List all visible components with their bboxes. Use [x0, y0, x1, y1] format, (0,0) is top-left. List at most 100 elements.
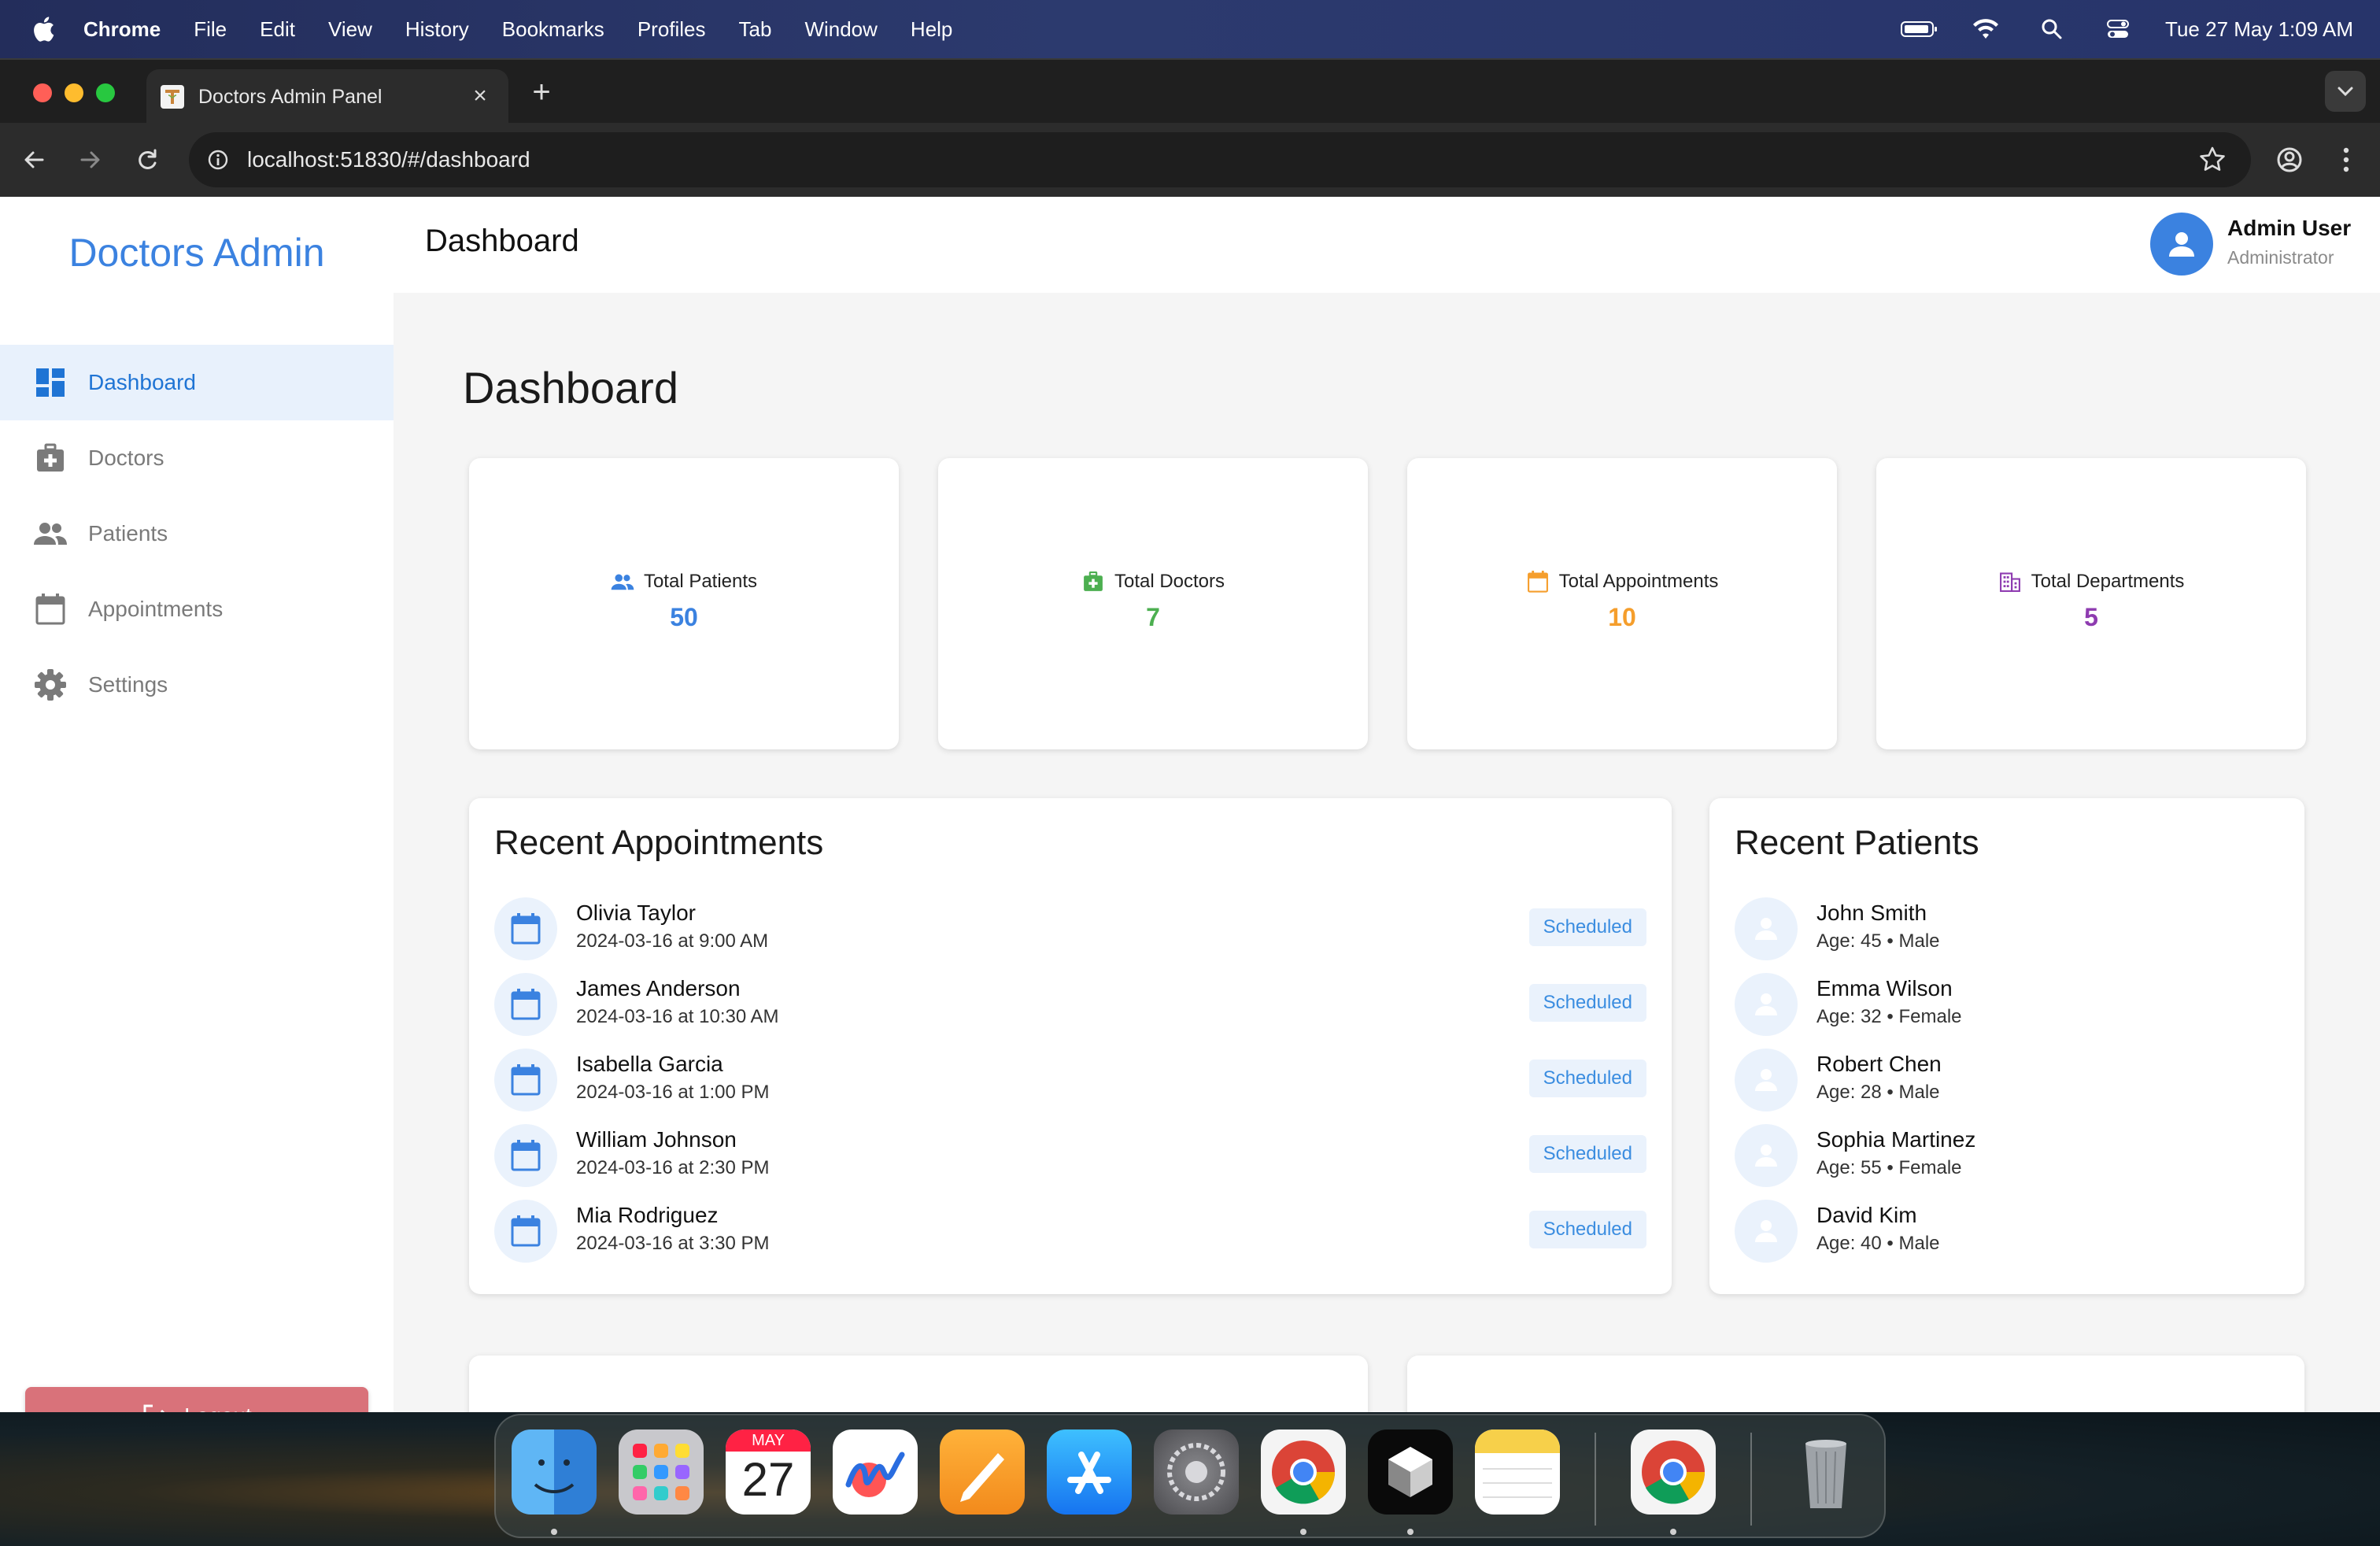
- sidebar-item-settings[interactable]: Settings: [0, 647, 394, 723]
- calendar-icon: [494, 1200, 557, 1263]
- main-content: Dashboard Total Patients 50 Total Doctor…: [394, 293, 2380, 1412]
- menu-tab[interactable]: Tab: [739, 17, 772, 42]
- person-icon: [1735, 1049, 1798, 1111]
- cube-app-icon[interactable]: [1368, 1429, 1453, 1515]
- system-settings-icon[interactable]: [1154, 1429, 1239, 1515]
- sidebar-item-label: Doctors: [88, 446, 164, 470]
- apple-icon[interactable]: [31, 16, 55, 43]
- menu-history[interactable]: History: [405, 17, 469, 42]
- profile-icon[interactable]: [2270, 140, 2309, 179]
- macos-dock: MAY 27: [494, 1414, 1886, 1538]
- notes-icon[interactable]: [1475, 1429, 1560, 1515]
- menu-help[interactable]: Help: [911, 17, 952, 42]
- appointment-row[interactable]: Olivia Taylor 2024-03-16 at 9:00 AM Sche…: [494, 890, 1646, 965]
- logout-button[interactable]: Logout: [25, 1387, 368, 1412]
- window-minimize-button[interactable]: [65, 83, 83, 102]
- new-tab-button[interactable]: +: [526, 76, 557, 109]
- tab-search-button[interactable]: [2325, 71, 2366, 112]
- chrome-icon[interactable]: [1261, 1429, 1346, 1515]
- medical-bag-icon: [1081, 570, 1105, 594]
- stat-label: Total Doctors: [1114, 571, 1225, 592]
- menu-profiles[interactable]: Profiles: [638, 17, 706, 42]
- sidebar-item-patients[interactable]: Patients: [0, 496, 394, 571]
- app-header: Dashboard Admin User Administrator: [394, 197, 2380, 293]
- appointment-datetime: 2024-03-16 at 10:30 AM: [576, 1006, 779, 1027]
- pages-icon[interactable]: [940, 1429, 1025, 1515]
- patient-details: Age: 28 • Male: [1816, 1082, 1940, 1103]
- sidebar-item-dashboard[interactable]: Dashboard: [0, 345, 394, 420]
- reload-button[interactable]: [129, 142, 165, 178]
- reload-icon: [139, 149, 157, 169]
- logout-icon: [143, 1404, 165, 1412]
- dock-separator: [1595, 1433, 1596, 1526]
- stat-card-appointments: Total Appointments 10: [1407, 458, 1837, 749]
- patient-row[interactable]: Emma Wilson Age: 32 • Female: [1735, 965, 2279, 1041]
- menu-bar-clock[interactable]: Tue 27 May 1:09 AM: [2165, 17, 2353, 42]
- menu-file[interactable]: File: [194, 17, 227, 42]
- user-name: Admin User: [2227, 216, 2352, 240]
- window-close-button[interactable]: [33, 83, 52, 102]
- trash-icon[interactable]: [1783, 1429, 1868, 1515]
- battery-icon[interactable]: [1901, 17, 1938, 41]
- appointment-datetime: 2024-03-16 at 3:30 PM: [576, 1233, 770, 1254]
- appointment-row[interactable]: Isabella Garcia 2024-03-16 at 1:00 PM Sc…: [494, 1041, 1646, 1116]
- sidebar-item-label: Appointments: [88, 597, 224, 621]
- people-icon: [611, 570, 634, 594]
- patient-name: Emma Wilson: [1816, 976, 1953, 1000]
- calendar-icon[interactable]: MAY 27: [726, 1429, 811, 1515]
- menu-edit[interactable]: Edit: [260, 17, 295, 42]
- menu-app-name[interactable]: Chrome: [83, 17, 161, 42]
- spotlight-search-icon[interactable]: [2033, 17, 2071, 41]
- patient-name: Robert Chen: [1816, 1052, 1942, 1076]
- avatar[interactable]: [2150, 213, 2213, 276]
- appointment-patient-name: Olivia Taylor: [576, 901, 696, 925]
- control-center-icon[interactable]: [2099, 17, 2137, 41]
- menu-view[interactable]: View: [328, 17, 372, 42]
- menu-window[interactable]: Window: [804, 17, 877, 42]
- appointment-datetime: 2024-03-16 at 2:30 PM: [576, 1157, 770, 1178]
- calendar-icon: [1526, 570, 1550, 594]
- wifi-icon[interactable]: [1967, 17, 2005, 41]
- chrome-icon[interactable]: [1631, 1429, 1716, 1515]
- sidebar-item-doctors[interactable]: Doctors: [0, 420, 394, 496]
- user-icon: [2169, 232, 2194, 257]
- address-bar[interactable]: localhost:51830/#/dashboard: [189, 132, 2251, 187]
- person-icon: [1735, 1200, 1798, 1263]
- window-zoom-button[interactable]: [96, 83, 115, 102]
- freeform-icon[interactable]: [833, 1429, 918, 1515]
- forward-button[interactable]: [72, 142, 109, 178]
- finder-icon[interactable]: [512, 1429, 597, 1515]
- running-indicator: [1670, 1529, 1676, 1535]
- site-info-icon[interactable]: [205, 146, 231, 173]
- patient-row[interactable]: Sophia Martinez Age: 55 • Female: [1735, 1116, 2279, 1192]
- chrome-menu-icon[interactable]: [2326, 140, 2366, 179]
- patient-name: David Kim: [1816, 1203, 1917, 1227]
- patient-row[interactable]: David Kim Age: 40 • Male: [1735, 1192, 2279, 1267]
- bookmark-star-icon[interactable]: [2197, 145, 2227, 175]
- menu-bookmarks[interactable]: Bookmarks: [502, 17, 604, 42]
- browser-tab-active[interactable]: Doctors Admin Panel ×: [146, 69, 508, 124]
- tab-close-icon[interactable]: ×: [468, 83, 493, 109]
- lower-left-card: [469, 1356, 1368, 1412]
- appointment-patient-name: Mia Rodriguez: [576, 1203, 719, 1227]
- app-store-icon[interactable]: [1047, 1429, 1132, 1515]
- browser-toolbar: localhost:51830/#/dashboard: [0, 123, 2380, 197]
- dock-calendar-day: 27: [741, 1453, 795, 1506]
- tab-title: Doctors Admin Panel: [198, 85, 382, 108]
- stat-value: 10: [1608, 603, 1636, 631]
- menu-bar-status-area: Tue 27 May 1:09 AM: [1901, 0, 2353, 58]
- recent-patients-panel: Recent Patients John Smith Age: 45 • Mal…: [1709, 798, 2304, 1294]
- patient-row[interactable]: Robert Chen Age: 28 • Male: [1735, 1041, 2279, 1116]
- stat-value: 5: [2084, 603, 2098, 631]
- patient-details: Age: 32 • Female: [1816, 1006, 1962, 1027]
- calendar-icon: [494, 1124, 557, 1187]
- patient-row[interactable]: John Smith Age: 45 • Male: [1735, 890, 2279, 965]
- back-button[interactable]: [16, 142, 52, 178]
- appointment-row[interactable]: Mia Rodriguez 2024-03-16 at 3:30 PM Sche…: [494, 1192, 1646, 1267]
- appointment-row[interactable]: James Anderson 2024-03-16 at 10:30 AM Sc…: [494, 965, 1646, 1041]
- appointment-row[interactable]: William Johnson 2024-03-16 at 2:30 PM Sc…: [494, 1116, 1646, 1192]
- sidebar-item-appointments[interactable]: Appointments: [0, 571, 394, 647]
- web-page: Doctors Admin Dashboard Doctors Patients…: [0, 197, 2380, 1412]
- medical-bag-icon: [33, 441, 68, 475]
- launchpad-icon[interactable]: [619, 1429, 704, 1515]
